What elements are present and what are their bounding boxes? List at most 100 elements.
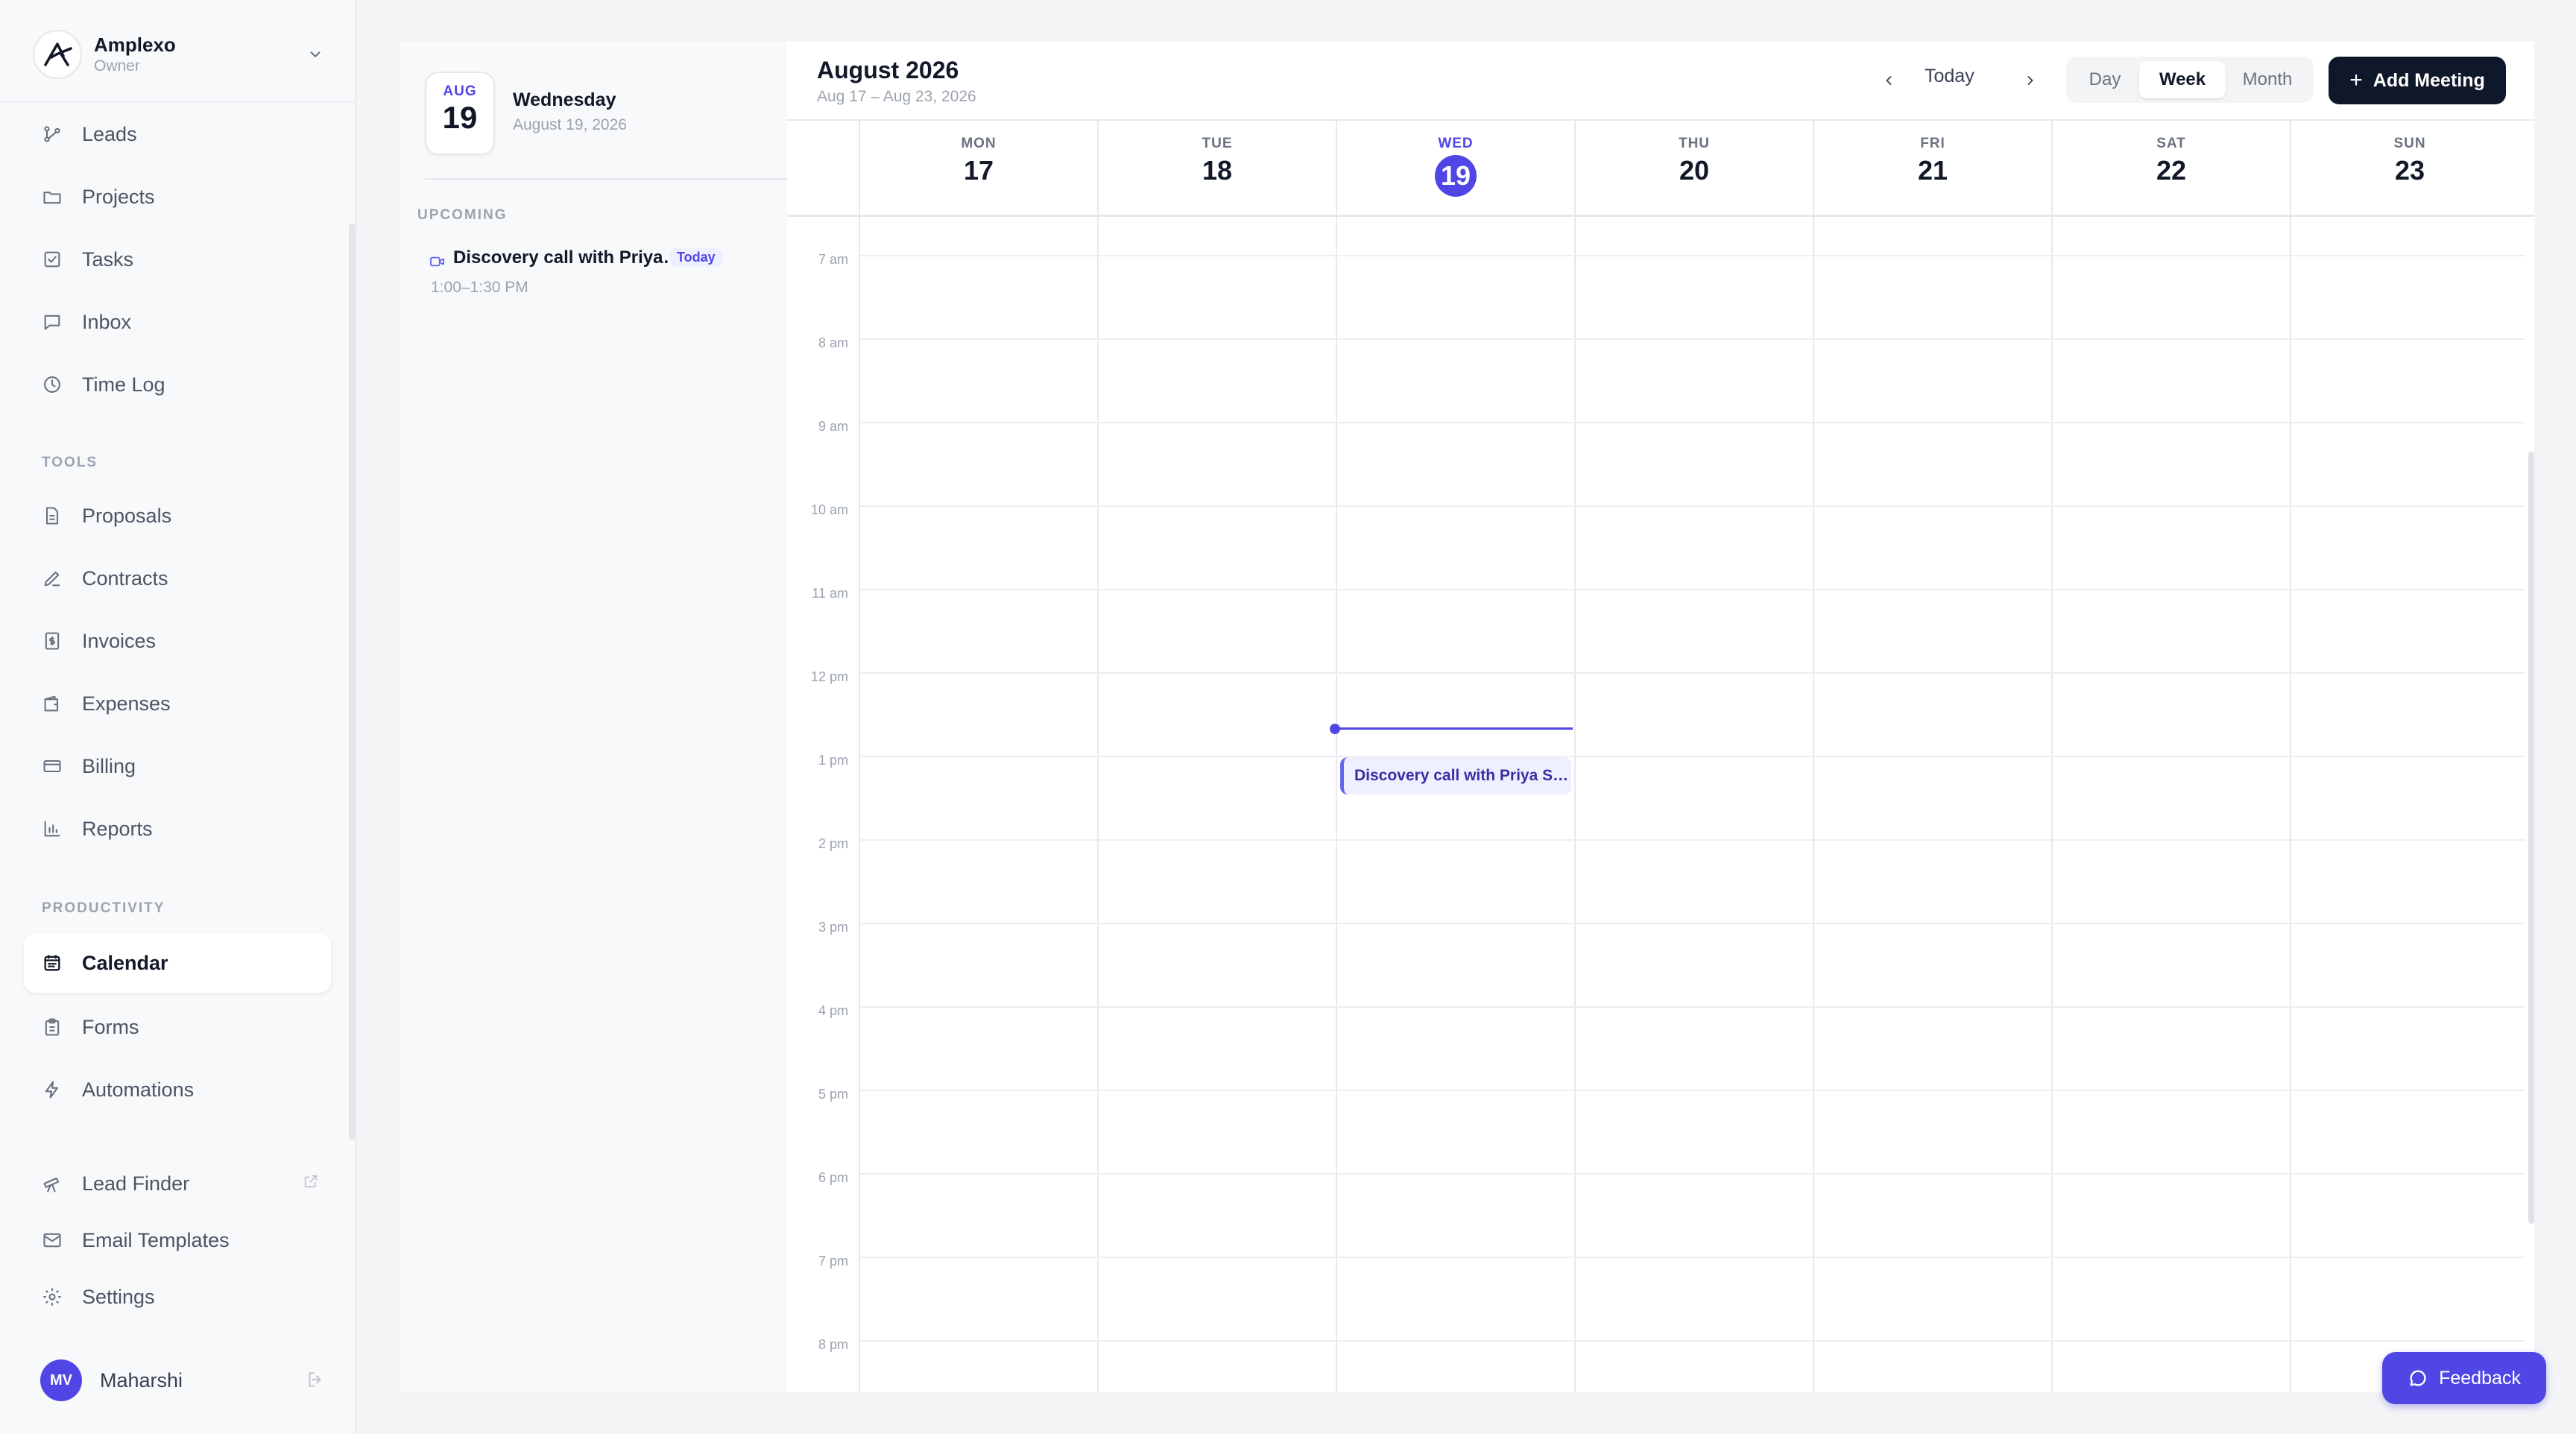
day-name: TUE: [1202, 136, 1233, 151]
time-label: 10 am: [810, 502, 848, 517]
feedback-button[interactable]: Feedback: [2382, 1352, 2546, 1404]
selected-date-weekday: Wednesday: [513, 89, 616, 110]
lightning-icon: [40, 1078, 64, 1102]
time-label: 12 pm: [810, 669, 848, 684]
calendar-scrollbar[interactable]: [2528, 452, 2534, 1224]
user-profile[interactable]: MV Maharshi: [40, 1359, 325, 1401]
today-button[interactable]: Today: [1925, 66, 1974, 87]
sidebar-item-label: Leads: [82, 122, 137, 145]
current-time-dot: [1330, 724, 1340, 734]
day-number: 20: [1679, 155, 1710, 186]
view-month-button[interactable]: Month: [2226, 61, 2309, 98]
bar-chart-icon: [40, 817, 64, 841]
sidebar-item-reports[interactable]: Reports: [24, 799, 331, 859]
pen-icon: [40, 566, 64, 590]
grid-line: [1813, 215, 1814, 1392]
time-label: 7 am: [818, 252, 848, 267]
sidebar-item-projects[interactable]: Projects: [24, 167, 331, 227]
logout-icon[interactable]: [306, 1370, 325, 1389]
day-header-tue[interactable]: TUE 18: [1097, 119, 1336, 215]
sidebar-item-tasks[interactable]: Tasks: [24, 230, 331, 289]
grid-line: [2290, 215, 2291, 1392]
view-day-button[interactable]: Day: [2071, 61, 2139, 98]
sidebar-item-lead-finder[interactable]: Lead Finder: [24, 1154, 331, 1213]
workspace-switcher[interactable]: Amplexo Owner: [33, 30, 323, 79]
sidebar-item-forms[interactable]: Forms: [24, 997, 331, 1057]
sidebar-scrollbar[interactable]: [349, 224, 355, 1140]
time-label: 11 am: [812, 586, 848, 601]
day-name: SUN: [2393, 136, 2426, 151]
section-title-productivity: PRODUCTIVITY: [42, 900, 165, 916]
sidebar-item-label: Forms: [82, 1015, 139, 1038]
sidebar-item-billing[interactable]: Billing: [24, 736, 331, 796]
day-header-mon[interactable]: MON 17: [859, 119, 1097, 215]
sidebar-item-email-templates[interactable]: Email Templates: [24, 1210, 331, 1270]
day-header-fri[interactable]: FRI 21: [1813, 119, 2051, 215]
day-header-sun[interactable]: SUN 23: [2290, 119, 2528, 215]
gear-icon: [40, 1285, 64, 1309]
sidebar-item-label: Billing: [82, 754, 136, 777]
plus-icon: +: [2349, 68, 2363, 92]
credit-card-icon: [40, 754, 64, 778]
upcoming-event-title: Discovery call with Priya Sharma: [453, 247, 684, 268]
mail-icon: [40, 1228, 64, 1252]
hour-line: [859, 923, 2525, 924]
next-week-button[interactable]: [2017, 67, 2044, 94]
workspace-role: Owner: [94, 57, 140, 75]
previous-week-button[interactable]: [1875, 67, 1902, 94]
calendar-icon: [40, 951, 64, 975]
calendar-event[interactable]: Discovery call with Priya Sharma: [1340, 757, 1571, 795]
upcoming-event[interactable]: Discovery call with Priya Sharma: [429, 247, 780, 307]
day-name: THU: [1678, 136, 1711, 151]
sidebar-item-label: Invoices: [82, 629, 157, 652]
sidebar-item-calendar[interactable]: Calendar: [24, 933, 331, 993]
time-label: 9 am: [818, 419, 848, 434]
day-name: SAT: [2156, 136, 2186, 151]
sidebar-item-label: Contracts: [82, 566, 168, 590]
grid-line: [1097, 215, 1099, 1392]
chevron-down-icon: [307, 46, 323, 63]
hour-line: [859, 589, 2525, 590]
add-meeting-label: Add Meeting: [2373, 69, 2485, 91]
calendar-week-view: August 2026 Aug 17 – Aug 23, 2026 Today …: [787, 42, 2534, 1392]
folder-icon: [40, 185, 64, 209]
hour-line: [859, 756, 2525, 757]
sidebar-item-label: Proposals: [82, 504, 172, 527]
chevron-left-icon: [1881, 73, 1896, 88]
day-number: 22: [2156, 155, 2187, 186]
avatar: MV: [40, 1359, 82, 1401]
day-name: MON: [961, 136, 997, 151]
sidebar-item-settings[interactable]: Settings: [24, 1267, 331, 1327]
view-switcher: Day Week Month: [2066, 57, 2314, 103]
day-header-wed[interactable]: WED 19: [1336, 119, 1574, 215]
sidebar-item-time-log[interactable]: Time Log: [24, 355, 331, 414]
hour-line: [859, 338, 2525, 340]
today-badge: Today: [669, 248, 723, 267]
sidebar-item-label: Settings: [82, 1285, 155, 1308]
sidebar-item-expenses[interactable]: Expenses: [24, 674, 331, 733]
add-meeting-button[interactable]: + Add Meeting: [2329, 57, 2506, 104]
telescope-icon: [40, 1172, 64, 1195]
grid-line: [1574, 215, 1576, 1392]
day-number: 23: [2394, 155, 2425, 186]
user-name: Maharshi: [100, 1368, 183, 1392]
sidebar-item-proposals[interactable]: Proposals: [24, 486, 331, 546]
time-label: 4 pm: [818, 1003, 848, 1018]
calendar-title: August 2026: [817, 57, 959, 83]
calendar-range: Aug 17 – Aug 23, 2026: [817, 88, 976, 105]
selected-date-month: AUG: [443, 83, 477, 99]
hour-line: [859, 1340, 2525, 1342]
clock-icon: [40, 373, 64, 397]
hour-line: [859, 1173, 2525, 1175]
view-week-button[interactable]: Week: [2139, 61, 2226, 98]
today-day-number: 19: [1435, 155, 1477, 197]
day-header-thu[interactable]: THU 20: [1574, 119, 1813, 215]
sidebar-item-inbox[interactable]: Inbox: [24, 292, 331, 352]
sidebar-item-automations[interactable]: Automations: [24, 1060, 331, 1119]
sidebar-item-leads[interactable]: Leads: [24, 104, 331, 164]
grid-line: [859, 215, 860, 1392]
sidebar: Amplexo Owner Leads Projects Tasks Inbox…: [0, 0, 356, 1434]
sidebar-item-invoices[interactable]: Invoices: [24, 611, 331, 671]
sidebar-item-contracts[interactable]: Contracts: [24, 549, 331, 608]
day-header-sat[interactable]: SAT 22: [2051, 119, 2290, 215]
